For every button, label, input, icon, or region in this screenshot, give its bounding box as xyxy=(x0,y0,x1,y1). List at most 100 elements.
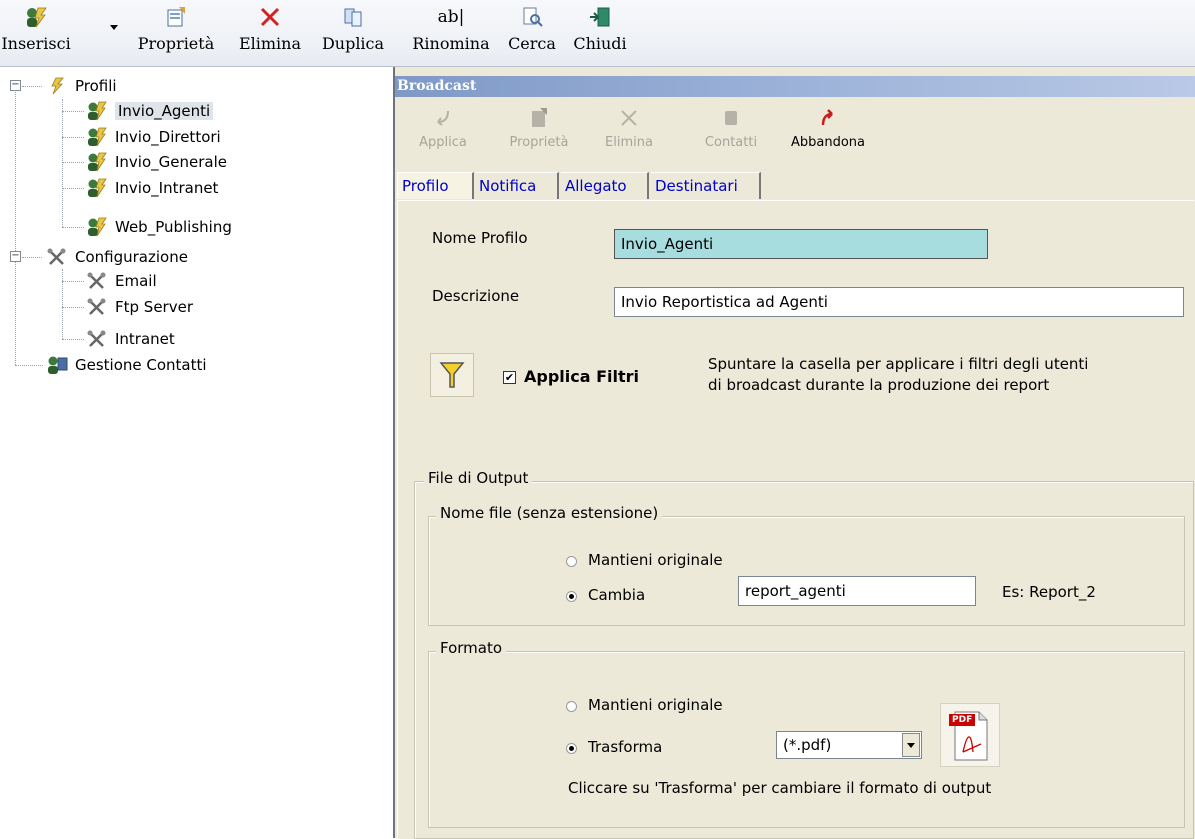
properties-icon xyxy=(165,4,187,30)
formato-mantieni-label: Mantieni originale xyxy=(588,696,723,714)
nome-file-group xyxy=(428,516,1185,626)
tab-notifica[interactable]: Notifica xyxy=(475,172,559,199)
tab-destinatari[interactable]: Destinatari xyxy=(651,172,761,199)
cerca-label: Cerca xyxy=(508,34,556,53)
profili-collapse-toggle[interactable]: − xyxy=(10,80,21,91)
nome-file-legend: Nome file (senza estensione) xyxy=(436,504,663,522)
tree-item-gestione-contatti[interactable]: Gestione Contatti xyxy=(44,353,207,377)
nome-profilo-field[interactable]: Invio_Agenti xyxy=(614,229,988,259)
proprieta-button[interactable]: Proprietà xyxy=(130,4,222,62)
duplicate-icon xyxy=(342,4,364,30)
tree-connector xyxy=(15,85,16,365)
tools-icon xyxy=(84,297,110,317)
chiudi-label: Chiudi xyxy=(573,34,627,53)
cerca-button[interactable]: Cerca xyxy=(500,4,564,62)
configurazione-collapse-toggle[interactable]: − xyxy=(10,251,21,262)
tree-connector xyxy=(62,188,84,189)
navigation-tree: − Profili Invio_Agenti Invio_Direttori I… xyxy=(0,67,395,838)
tree-item-label: Invio_Intranet xyxy=(115,179,219,197)
tree-item-label: Email xyxy=(115,272,157,290)
pdf-badge: PDF xyxy=(949,714,976,726)
tree-connector xyxy=(62,99,63,227)
tree-item-profili[interactable]: Profili xyxy=(44,74,117,98)
tree-connector xyxy=(22,257,42,258)
delete-x-icon xyxy=(259,4,281,30)
elimina-label: Elimina xyxy=(238,34,302,53)
proprieta-action-button[interactable]: Proprietà xyxy=(503,105,575,155)
main-toolbar: Inserisci Proprietà Elimina Duplica ab| … xyxy=(0,0,1195,67)
abbandona-button[interactable]: Abbandona xyxy=(783,105,873,155)
contacts-icon xyxy=(721,105,741,131)
elimina-action-button[interactable]: Elimina xyxy=(601,105,657,155)
rinomina-label: Rinomina xyxy=(412,34,490,53)
inserisci-dropdown-arrow-icon[interactable] xyxy=(110,25,118,30)
chevron-down-icon[interactable] xyxy=(902,733,920,757)
tree-item-web-publishing[interactable]: Web_Publishing xyxy=(84,215,232,239)
tree-item-invio-agenti[interactable]: Invio_Agenti xyxy=(84,99,214,123)
formato-select-value: (*.pdf) xyxy=(783,736,832,754)
filtri-help-line-2: di broadcast durante la produzione dei r… xyxy=(708,376,1050,394)
inserisci-button[interactable]: Inserisci xyxy=(1,4,71,62)
tab-allegato[interactable]: Allegato xyxy=(561,172,649,199)
applica-filtri-label: Applica Filtri xyxy=(524,367,640,386)
profilo-tab-content: Nome Profilo Invio_Agenti Descrizione In… xyxy=(397,200,1194,839)
pdf-file-icon: PDF xyxy=(940,703,1000,767)
contatti-action-button[interactable]: Contatti xyxy=(701,105,761,155)
tools-icon xyxy=(44,247,70,267)
trasforma-radio[interactable] xyxy=(566,743,577,754)
proprieta-action-label: Proprietà xyxy=(509,135,569,150)
formato-mantieni-radio[interactable] xyxy=(566,701,577,712)
inserisci-label: Inserisci xyxy=(1,34,71,53)
tree-item-label: Web_Publishing xyxy=(115,218,232,236)
rename-icon: ab| xyxy=(437,7,465,27)
tree-item-invio-intranet[interactable]: Invio_Intranet xyxy=(84,176,218,200)
rinomina-button[interactable]: ab| Rinomina xyxy=(405,4,497,62)
tree-item-label: Ftp Server xyxy=(115,298,193,316)
tree-connector xyxy=(62,111,84,112)
tree-item-email[interactable]: Email xyxy=(84,269,157,293)
contatti-action-label: Contatti xyxy=(704,135,758,150)
elimina-button[interactable]: Elimina xyxy=(232,4,308,62)
cambia-radio[interactable] xyxy=(566,591,577,602)
apply-arrow-icon xyxy=(433,105,453,131)
lightning-icon xyxy=(44,76,70,96)
tree-connector xyxy=(62,162,84,163)
chiudi-button[interactable]: Chiudi xyxy=(568,4,632,62)
profile-lightning-icon xyxy=(84,152,110,172)
formato-select[interactable]: (*.pdf) xyxy=(776,731,922,759)
tree-item-configurazione[interactable]: Configurazione xyxy=(44,245,188,269)
cancel-arrow-icon xyxy=(818,105,838,131)
applica-button[interactable]: Applica xyxy=(413,105,473,155)
tree-item-ftp-server[interactable]: Ftp Server xyxy=(84,295,193,319)
panel-title: Broadcast xyxy=(395,76,1195,97)
tree-connector xyxy=(62,281,84,282)
tab-profilo[interactable]: Profilo xyxy=(397,172,474,199)
tree-item-label: Intranet xyxy=(115,330,175,348)
tree-item-intranet[interactable]: Intranet xyxy=(84,327,175,351)
descrizione-field[interactable]: Invio Reportistica ad Agenti xyxy=(614,287,1184,317)
tree-item-label: Invio_Direttori xyxy=(115,128,221,146)
filter-icon[interactable] xyxy=(430,353,474,397)
tree-connector xyxy=(22,86,42,87)
tree-item-label: Gestione Contatti xyxy=(75,356,207,374)
applica-filtri-checkbox[interactable]: ✔ xyxy=(503,371,516,384)
tree-item-invio-direttori[interactable]: Invio_Direttori xyxy=(84,125,221,149)
formato-legend: Formato xyxy=(436,639,507,657)
tree-connector xyxy=(15,365,43,366)
nome-file-input[interactable]: report_agenti xyxy=(738,576,976,606)
delete-x-icon xyxy=(619,105,639,131)
mantieni-originale-radio[interactable] xyxy=(566,556,577,567)
properties-icon xyxy=(529,105,549,131)
tree-item-invio-generale[interactable]: Invio_Generale xyxy=(84,150,227,174)
filtri-help-line-1: Spuntare la casella per applicare i filt… xyxy=(708,355,1089,373)
tree-connector xyxy=(62,137,84,138)
mantieni-originale-label: Mantieni originale xyxy=(588,551,723,569)
exit-door-icon xyxy=(588,4,612,30)
trasforma-label: Trasforma xyxy=(588,738,663,756)
search-document-icon xyxy=(521,4,543,30)
formato-help: Cliccare su 'Trasforma' per cambiare il … xyxy=(568,779,992,797)
contacts-icon xyxy=(44,355,70,375)
profile-lightning-icon xyxy=(84,101,110,121)
tree-connector xyxy=(62,227,84,228)
duplica-button[interactable]: Duplica xyxy=(313,4,393,62)
